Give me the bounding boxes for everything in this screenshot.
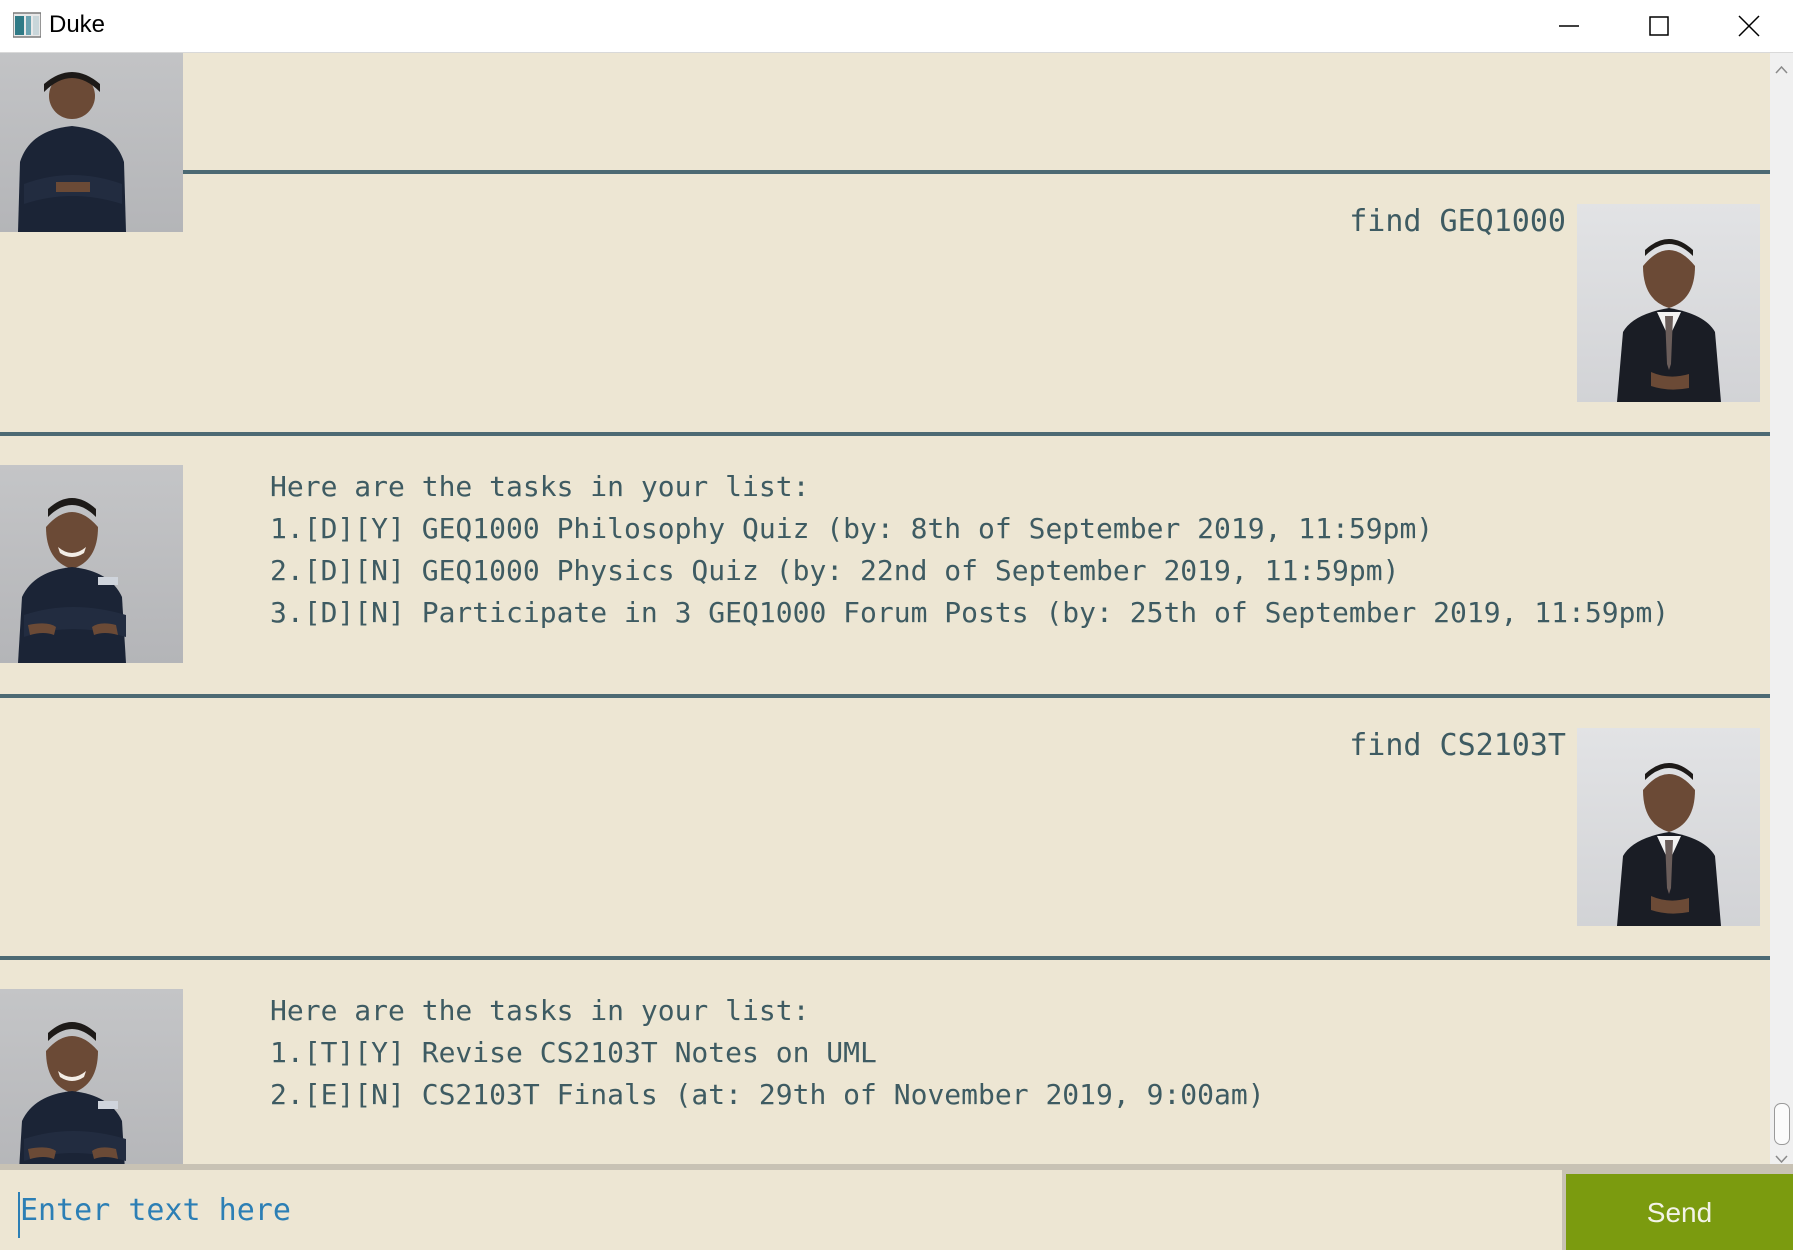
duke-avatar <box>0 465 183 663</box>
duke-message-line: 1.[T][Y] Revise CS2103T Notes on UML <box>270 1036 877 1069</box>
dialog-row-duke: Here are the tasks in your list: 1.[D][Y… <box>0 436 1770 698</box>
user-message: find CS2103T <box>1349 728 1566 763</box>
user-avatar <box>1577 204 1760 402</box>
duke-message-line: 3.[D][N] Participate in 3 GEQ1000 Forum … <box>270 596 1670 629</box>
user-avatar <box>1577 728 1760 926</box>
input-bar: Send <box>0 1164 1793 1250</box>
window-app-icon <box>12 12 42 38</box>
text-caret <box>18 1192 20 1238</box>
dialog-row-duke-partial <box>0 53 1770 232</box>
minimize-icon <box>1559 25 1579 27</box>
close-icon <box>1738 15 1760 37</box>
dialog-row-user: find GEQ1000 <box>0 174 1770 436</box>
message-input[interactable] <box>0 1170 1562 1250</box>
duke-message-line: Here are the tasks in your list: <box>270 470 810 503</box>
scroll-up-arrow-icon[interactable] <box>1775 61 1788 79</box>
duke-message-line: 2.[D][N] GEQ1000 Physics Quiz (by: 22nd … <box>270 554 1400 587</box>
close-button[interactable] <box>1704 0 1793 52</box>
dialog-container[interactable]: find GEQ1000 Here are the tasks in your … <box>0 53 1770 1164</box>
duke-avatar <box>0 989 183 1164</box>
dialog-row-user: find CS2103T <box>0 698 1770 960</box>
maximize-icon <box>1649 16 1669 36</box>
window-title: Duke <box>49 11 106 38</box>
send-button[interactable]: Send <box>1566 1174 1793 1250</box>
duke-message-line: 2.[E][N] CS2103T Finals (at: 29th of Nov… <box>270 1078 1265 1111</box>
duke-message: Here are the tasks in your list: 1.[T][Y… <box>270 990 1265 1116</box>
title-bar: Duke <box>0 0 1793 53</box>
scrollbar-thumb[interactable] <box>1774 1103 1790 1145</box>
maximize-button[interactable] <box>1614 0 1704 52</box>
duke-message-line: Here are the tasks in your list: <box>270 994 810 1027</box>
minimize-button[interactable] <box>1524 0 1614 52</box>
duke-message: Here are the tasks in your list: 1.[D][Y… <box>270 466 1669 634</box>
dialog-row-duke: Here are the tasks in your list: 1.[T][Y… <box>0 960 1770 1164</box>
duke-message-line: 1.[D][Y] GEQ1000 Philosophy Quiz (by: 8t… <box>270 512 1434 545</box>
user-message: find GEQ1000 <box>1349 204 1566 239</box>
vertical-scrollbar[interactable] <box>1770 53 1793 1164</box>
